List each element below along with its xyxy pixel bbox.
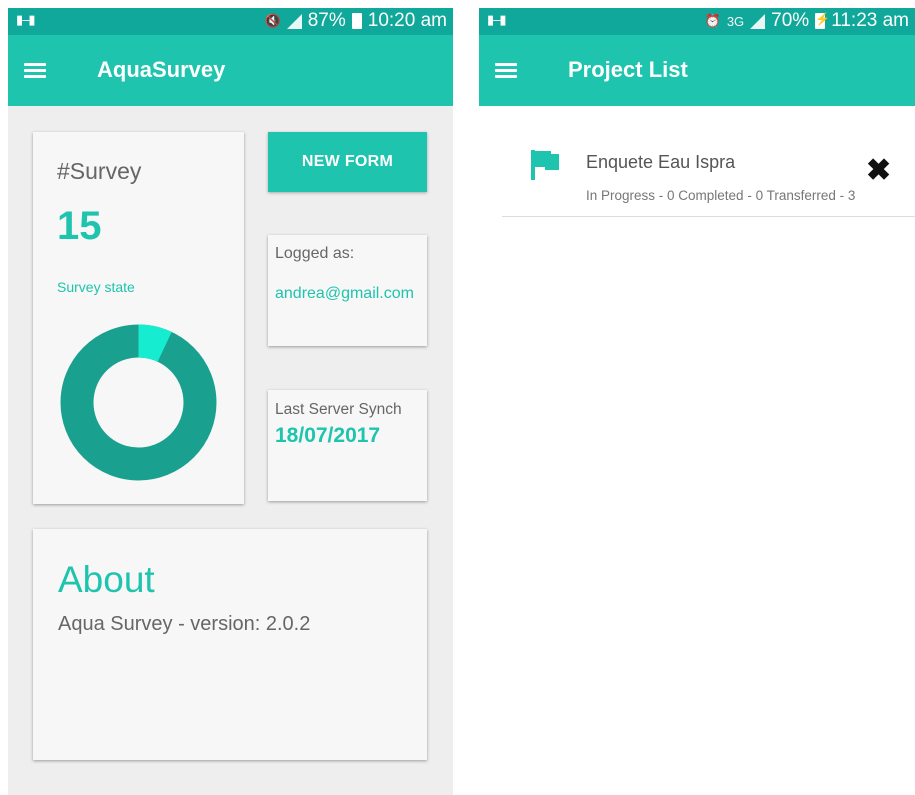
last-synch-label: Last Server Synch xyxy=(275,401,402,418)
app-title: Project List xyxy=(568,57,688,82)
battery-charging-icon xyxy=(815,12,830,29)
menu-icon[interactable] xyxy=(24,63,46,79)
app-bar: Project List xyxy=(479,35,915,106)
about-title: About xyxy=(58,559,155,600)
status-bar: ▮–▮ ⏰ 3G 70% 11:23 am xyxy=(479,8,915,35)
network-type: 3G xyxy=(726,13,745,29)
new-form-button[interactable]: NEW FORM xyxy=(268,132,427,192)
project-name: Enquete Eau Ispra xyxy=(586,152,736,172)
logged-as-label: Logged as: xyxy=(275,245,355,262)
survey-state-label: Survey state xyxy=(57,279,135,295)
project-list-screen: ▮–▮ ⏰ 3G 70% 11:23 am Project List Enque… xyxy=(479,8,915,795)
sim-icon: ▮–▮ xyxy=(16,12,36,27)
battery-icon xyxy=(351,13,362,29)
survey-state-donut-chart xyxy=(60,324,217,481)
status-time: 10:20 am xyxy=(367,10,447,31)
project-status: In Progress - 0 Completed - 0 Transferre… xyxy=(586,188,856,203)
menu-icon[interactable] xyxy=(495,63,517,79)
project-list-item[interactable]: Enquete Eau Ispra In Progress - 0 Comple… xyxy=(502,136,915,217)
battery-percent: 70% xyxy=(771,10,810,31)
survey-label: #Survey xyxy=(57,158,142,184)
app-bar: AquaSurvey xyxy=(8,35,453,106)
signal-icon xyxy=(750,13,766,29)
dashboard-screen: ▮–▮ 🔇 87% 10:20 am AquaSurvey #Survey 15… xyxy=(8,8,453,795)
about-version: Aqua Survey - version: 2.0.2 xyxy=(58,613,311,635)
logged-as-card: Logged as: andrea@gmail.com xyxy=(268,235,427,346)
survey-count: 15 xyxy=(57,204,102,248)
donut-main-segment xyxy=(60,324,217,481)
about-card: About Aqua Survey - version: 2.0.2 xyxy=(33,529,427,760)
flag-icon xyxy=(531,150,559,180)
alarm-icon: ⏰ xyxy=(704,13,721,28)
app-title: AquaSurvey xyxy=(97,57,226,82)
last-synch-date: 18/07/2017 xyxy=(275,424,381,447)
last-synch-card: Last Server Synch 18/07/2017 xyxy=(268,390,427,501)
survey-card: #Survey 15 Survey state xyxy=(33,132,244,504)
logged-as-email: andrea@gmail.com xyxy=(275,285,414,302)
mute-icon: 🔇 xyxy=(264,13,281,28)
signal-icon xyxy=(286,13,302,29)
battery-percent: 87% xyxy=(307,10,346,31)
status-bar: ▮–▮ 🔇 87% 10:20 am xyxy=(8,8,453,35)
close-icon[interactable]: ✖ xyxy=(866,156,891,186)
sim-icon: ▮–▮ xyxy=(487,12,507,27)
status-time: 11:23 am xyxy=(831,10,909,31)
